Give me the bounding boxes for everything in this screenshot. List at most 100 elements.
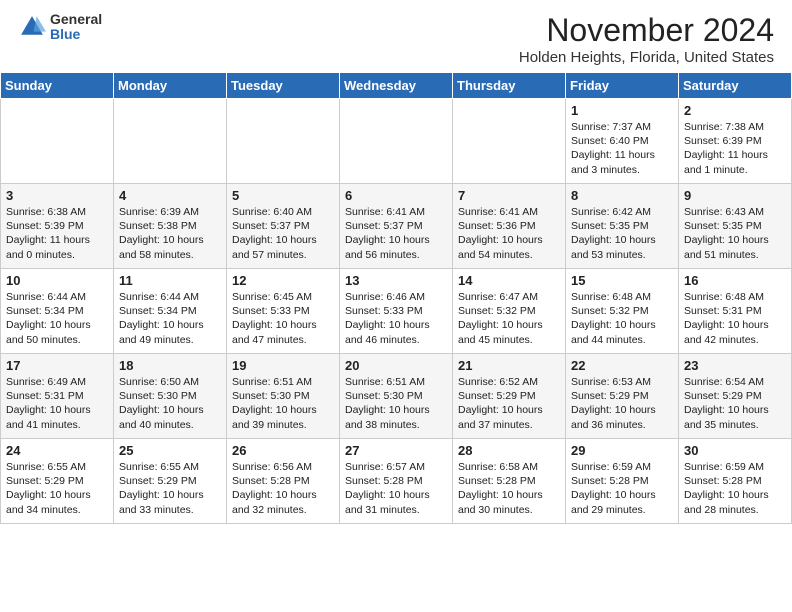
calendar-cell: 13 Sunrise: 6:46 AMSunset: 5:33 PMDayligh…: [340, 269, 453, 354]
calendar-cell: 21 Sunrise: 6:52 AMSunset: 5:29 PMDayligh…: [453, 354, 566, 439]
calendar-cell: 12 Sunrise: 6:45 AMSunset: 5:33 PMDayligh…: [227, 269, 340, 354]
day-detail: Sunrise: 6:41 AMSunset: 5:37 PMDaylight:…: [345, 205, 447, 262]
day-number: 23: [684, 358, 786, 373]
calendar-week-row: 3Sunrise: 6:38 AMSunset: 5:39 PMDaylight…: [1, 184, 792, 269]
day-detail: Sunrise: 6:55 AMSunset: 5:29 PMDaylight:…: [6, 460, 108, 517]
day-detail: Sunrise: 6:55 AMSunset: 5:29 PMDaylight:…: [119, 460, 221, 517]
day-detail: Sunrise: 6:59 AMSunset: 5:28 PMDaylight:…: [684, 460, 786, 517]
page-header: General Blue November 2024 Holden Height…: [0, 0, 792, 72]
day-number: 4: [119, 188, 221, 203]
calendar-cell: 27Sunrise: 6:57 AMSunset: 5:28 PMDayligh…: [340, 439, 453, 524]
month-title: November 2024: [519, 12, 774, 49]
day-detail: Sunrise: 6:40 AMSunset: 5:37 PMDaylight:…: [232, 205, 334, 262]
day-number: 26: [232, 443, 334, 458]
day-number: 2: [684, 103, 786, 118]
calendar-cell: 2 Sunrise: 7:38 AMSunset: 6:39 PMDaylight…: [679, 99, 792, 184]
day-detail: Sunrise: 6:43 AMSunset: 5:35 PMDaylight:…: [684, 205, 786, 262]
day-detail: Sunrise: 7:37 AMSunset: 6:40 PMDaylight:…: [571, 120, 673, 177]
day-detail: Sunrise: 6:47 AMSunset: 5:32 PMDaylight:…: [458, 290, 560, 347]
day-number: 17: [6, 358, 108, 373]
calendar-header-row: SundayMondayTuesdayWednesdayThursdayFrid…: [1, 73, 792, 99]
calendar-cell: 19 Sunrise: 6:51 AMSunset: 5:30 PMDayligh…: [227, 354, 340, 439]
day-number: 18: [119, 358, 221, 373]
calendar-cell: [114, 99, 227, 184]
day-detail: Sunrise: 6:41 AMSunset: 5:36 PMDaylight:…: [458, 205, 560, 262]
calendar-week-row: 1 Sunrise: 7:37 AMSunset: 6:40 PMDaylight…: [1, 99, 792, 184]
calendar-cell: 18 Sunrise: 6:50 AMSunset: 5:30 PMDayligh…: [114, 354, 227, 439]
day-number: 12: [232, 273, 334, 288]
weekday-header-wednesday: Wednesday: [340, 73, 453, 99]
day-detail: Sunrise: 6:54 AMSunset: 5:29 PMDaylight:…: [684, 375, 786, 432]
day-number: 29: [571, 443, 673, 458]
calendar-cell: 3Sunrise: 6:38 AMSunset: 5:39 PMDaylight…: [1, 184, 114, 269]
day-number: 28: [458, 443, 560, 458]
day-number: 1: [571, 103, 673, 118]
day-number: 10: [6, 273, 108, 288]
day-detail: Sunrise: 6:48 AMSunset: 5:32 PMDaylight:…: [571, 290, 673, 347]
day-detail: Sunrise: 6:51 AMSunset: 5:30 PMDaylight:…: [232, 375, 334, 432]
day-number: 22: [571, 358, 673, 373]
calendar-cell: [340, 99, 453, 184]
day-number: 8: [571, 188, 673, 203]
day-number: 30: [684, 443, 786, 458]
day-number: 3: [6, 188, 108, 203]
calendar-cell: 30 Sunrise: 6:59 AMSunset: 5:28 PMDayligh…: [679, 439, 792, 524]
day-detail: Sunrise: 6:45 AMSunset: 5:33 PMDaylight:…: [232, 290, 334, 347]
day-number: 19: [232, 358, 334, 373]
calendar-cell: 6 Sunrise: 6:41 AMSunset: 5:37 PMDaylight…: [340, 184, 453, 269]
calendar-cell: 24 Sunrise: 6:55 AMSunset: 5:29 PMDayligh…: [1, 439, 114, 524]
logo: General Blue: [18, 12, 102, 43]
calendar-cell: 9 Sunrise: 6:43 AMSunset: 5:35 PMDaylight…: [679, 184, 792, 269]
day-detail: Sunrise: 7:38 AMSunset: 6:39 PMDaylight:…: [684, 120, 786, 177]
calendar-cell: 28 Sunrise: 6:58 AMSunset: 5:28 PMDayligh…: [453, 439, 566, 524]
calendar-cell: 10 Sunrise: 6:44 AMSunset: 5:34 PMDayligh…: [1, 269, 114, 354]
calendar-cell: 7Sunrise: 6:41 AMSunset: 5:36 PMDaylight…: [453, 184, 566, 269]
calendar-cell: 11Sunrise: 6:44 AMSunset: 5:34 PMDayligh…: [114, 269, 227, 354]
calendar-cell: 8 Sunrise: 6:42 AMSunset: 5:35 PMDaylight…: [566, 184, 679, 269]
calendar-cell: 20Sunrise: 6:51 AMSunset: 5:30 PMDayligh…: [340, 354, 453, 439]
calendar-cell: 4 Sunrise: 6:39 AMSunset: 5:38 PMDaylight…: [114, 184, 227, 269]
calendar-table: SundayMondayTuesdayWednesdayThursdayFrid…: [0, 72, 792, 524]
calendar-cell: [1, 99, 114, 184]
day-number: 16: [684, 273, 786, 288]
calendar-cell: [453, 99, 566, 184]
day-number: 21: [458, 358, 560, 373]
calendar-cell: [227, 99, 340, 184]
weekday-header-tuesday: Tuesday: [227, 73, 340, 99]
calendar-cell: 16 Sunrise: 6:48 AMSunset: 5:31 PMDayligh…: [679, 269, 792, 354]
calendar-cell: 23 Sunrise: 6:54 AMSunset: 5:29 PMDayligh…: [679, 354, 792, 439]
calendar-cell: 5 Sunrise: 6:40 AMSunset: 5:37 PMDaylight…: [227, 184, 340, 269]
weekday-header-monday: Monday: [114, 73, 227, 99]
day-number: 6: [345, 188, 447, 203]
calendar-cell: 29Sunrise: 6:59 AMSunset: 5:28 PMDayligh…: [566, 439, 679, 524]
day-number: 11: [119, 273, 221, 288]
day-detail: Sunrise: 6:39 AMSunset: 5:38 PMDaylight:…: [119, 205, 221, 262]
location: Holden Heights, Florida, United States: [519, 49, 774, 66]
day-detail: Sunrise: 6:56 AMSunset: 5:28 PMDaylight:…: [232, 460, 334, 517]
day-number: 9: [684, 188, 786, 203]
weekday-header-saturday: Saturday: [679, 73, 792, 99]
day-detail: Sunrise: 6:51 AMSunset: 5:30 PMDaylight:…: [345, 375, 447, 432]
day-detail: Sunrise: 6:48 AMSunset: 5:31 PMDaylight:…: [684, 290, 786, 347]
day-detail: Sunrise: 6:53 AMSunset: 5:29 PMDaylight:…: [571, 375, 673, 432]
day-detail: Sunrise: 6:50 AMSunset: 5:30 PMDaylight:…: [119, 375, 221, 432]
day-detail: Sunrise: 6:58 AMSunset: 5:28 PMDaylight:…: [458, 460, 560, 517]
logo-icon: [18, 13, 46, 41]
day-number: 5: [232, 188, 334, 203]
calendar-week-row: 24 Sunrise: 6:55 AMSunset: 5:29 PMDayligh…: [1, 439, 792, 524]
weekday-header-thursday: Thursday: [453, 73, 566, 99]
day-detail: Sunrise: 6:46 AMSunset: 5:33 PMDaylight:…: [345, 290, 447, 347]
weekday-header-sunday: Sunday: [1, 73, 114, 99]
day-number: 14: [458, 273, 560, 288]
day-detail: Sunrise: 6:52 AMSunset: 5:29 PMDaylight:…: [458, 375, 560, 432]
logo-text: General Blue: [50, 12, 102, 43]
calendar-cell: 22 Sunrise: 6:53 AMSunset: 5:29 PMDayligh…: [566, 354, 679, 439]
logo-general: General: [50, 12, 102, 27]
calendar-week-row: 17Sunrise: 6:49 AMSunset: 5:31 PMDayligh…: [1, 354, 792, 439]
calendar-cell: 14 Sunrise: 6:47 AMSunset: 5:32 PMDayligh…: [453, 269, 566, 354]
day-detail: Sunrise: 6:57 AMSunset: 5:28 PMDaylight:…: [345, 460, 447, 517]
day-number: 24: [6, 443, 108, 458]
day-detail: Sunrise: 6:42 AMSunset: 5:35 PMDaylight:…: [571, 205, 673, 262]
day-detail: Sunrise: 6:44 AMSunset: 5:34 PMDaylight:…: [6, 290, 108, 347]
day-number: 13: [345, 273, 447, 288]
